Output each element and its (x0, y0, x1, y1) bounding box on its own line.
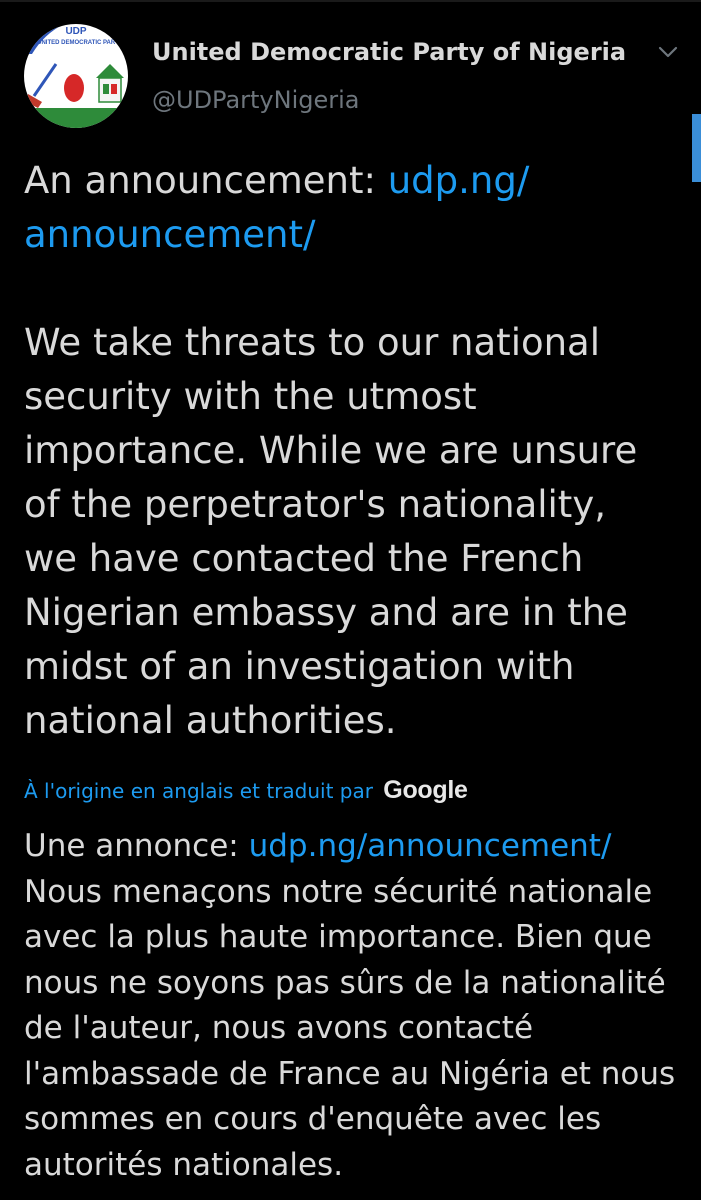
tweet-intro: An announcement: (24, 159, 388, 202)
tweet-body-line: of the perpetrator's nationality, (24, 483, 606, 526)
tweet-body-line: Nigerian embassy and are in the (24, 591, 628, 634)
translation-intro: Une annonce: (24, 828, 249, 864)
translation-intro-line: Une annonce: udp.ng/announcement/ (24, 824, 694, 870)
translation-line: sommes en cours d'enquête avec les (24, 1101, 602, 1137)
tweet-body-line: We take threats to our national (24, 321, 601, 364)
translation-line: nous ne soyons pas sûrs de la nationalit… (24, 964, 666, 1001)
tweet-body-line: midst of an investigation with (24, 645, 575, 688)
avatar-logo-subtext: UNITED DEMOCRATIC PARTY (37, 40, 123, 46)
avatar[interactable]: UDP UNITED DEMOCRATIC PARTY (24, 24, 128, 128)
tweet-intro-line: An announcement: udp.ng/ (24, 154, 684, 208)
translation-line: avec la plus haute importance. Bien que (24, 919, 652, 955)
tweet-body-line: national authorities. (24, 699, 397, 742)
google-logo: Google (383, 776, 468, 804)
udp-logo-icon: UDP UNITED DEMOCRATIC PARTY (24, 24, 128, 128)
translation-line: l'ambassade de France au Nigéria et nous (24, 1055, 676, 1092)
translation-attribution[interactable]: À l'origine en anglais et traduit par Go… (24, 776, 468, 805)
tweet-body-line: we have contacted the French (24, 537, 584, 580)
announcement-link-continued[interactable]: announcement/ (24, 213, 315, 256)
tweet-body-line: importance. While we are unsure (24, 429, 638, 472)
chevron-down-icon[interactable] (654, 40, 682, 64)
translated-text: Une annonce: udp.ng/announcement/ Nous m… (24, 824, 694, 1188)
top-divider (0, 0, 701, 2)
tweet-link-line: announcement/ (24, 208, 684, 262)
scrollbar-thumb[interactable] (692, 114, 701, 182)
translation-line: de l'auteur, nous avons contacté (24, 1010, 534, 1046)
tweet-text: An announcement: udp.ng/ announcement/ W… (24, 154, 684, 748)
announcement-link[interactable]: udp.ng/ (388, 159, 530, 202)
author-name[interactable]: United Democratic Party of Nigeria (152, 38, 626, 66)
translation-line: Nous menaçons notre sécurité nationale (24, 873, 653, 910)
avatar-logo-text: UDP (65, 26, 86, 37)
translation-line: autorités nationales. (24, 1146, 344, 1183)
tweet-body-line: security with the utmost (24, 375, 477, 418)
translation-attribution-text: À l'origine en anglais et traduit par (24, 779, 373, 803)
translated-announcement-link[interactable]: udp.ng/announcement/ (249, 828, 612, 864)
author-handle[interactable]: @UDPartyNigeria (152, 86, 360, 114)
